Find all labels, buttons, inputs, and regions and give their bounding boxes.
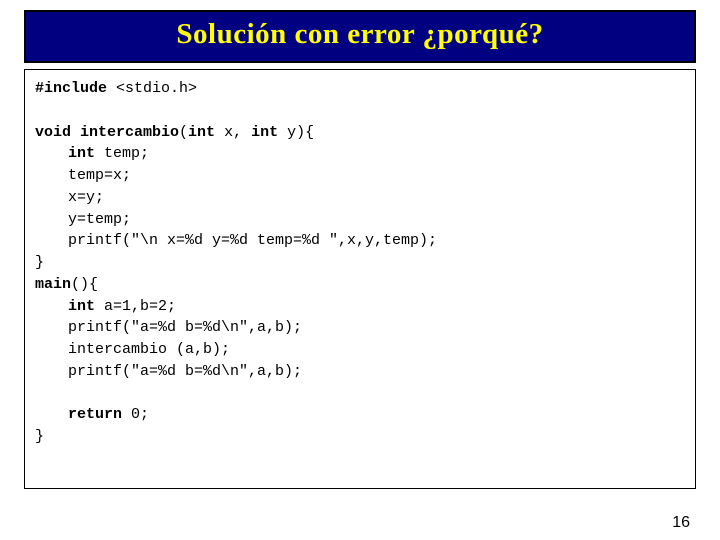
slide-title: Solución con error ¿porqué? — [26, 18, 694, 51]
code-text: <stdio.h> — [107, 80, 197, 97]
code-block: #include <stdio.h> void intercambio(int … — [24, 69, 696, 489]
code-text: y=temp; — [35, 209, 131, 231]
code-text: printf("a=%d b=%d\n",a,b); — [35, 361, 302, 383]
code-text: } — [35, 428, 44, 445]
code-text: x, — [215, 124, 251, 141]
code-text: ( — [179, 124, 188, 141]
kw-int: int — [68, 298, 95, 315]
code-text: x=y; — [35, 187, 104, 209]
title-bar: Solución con error ¿porqué? — [24, 10, 696, 63]
fn-decl: void intercambio — [35, 124, 179, 141]
code-text: temp=x; — [35, 165, 131, 187]
code-text: (){ — [71, 276, 98, 293]
kw-int: int — [188, 124, 215, 141]
code-text: temp; — [95, 145, 149, 162]
code-text: printf("\n x=%d y=%d temp=%d ",x,y,temp)… — [35, 230, 437, 252]
code-text: y){ — [278, 124, 314, 141]
code-text: } — [35, 254, 44, 271]
kw-return: return — [68, 406, 122, 423]
fn-main: main — [35, 276, 71, 293]
code-text: printf("a=%d b=%d\n",a,b); — [35, 317, 302, 339]
slide: Solución con error ¿porqué? #include <st… — [0, 0, 720, 540]
kw-int: int — [68, 145, 95, 162]
code-text: 0; — [122, 406, 149, 423]
code-text: intercambio (a,b); — [35, 339, 230, 361]
page-number: 16 — [672, 514, 690, 532]
kw-include: #include — [35, 80, 107, 97]
kw-int: int — [251, 124, 278, 141]
code-text: a=1,b=2; — [95, 298, 176, 315]
